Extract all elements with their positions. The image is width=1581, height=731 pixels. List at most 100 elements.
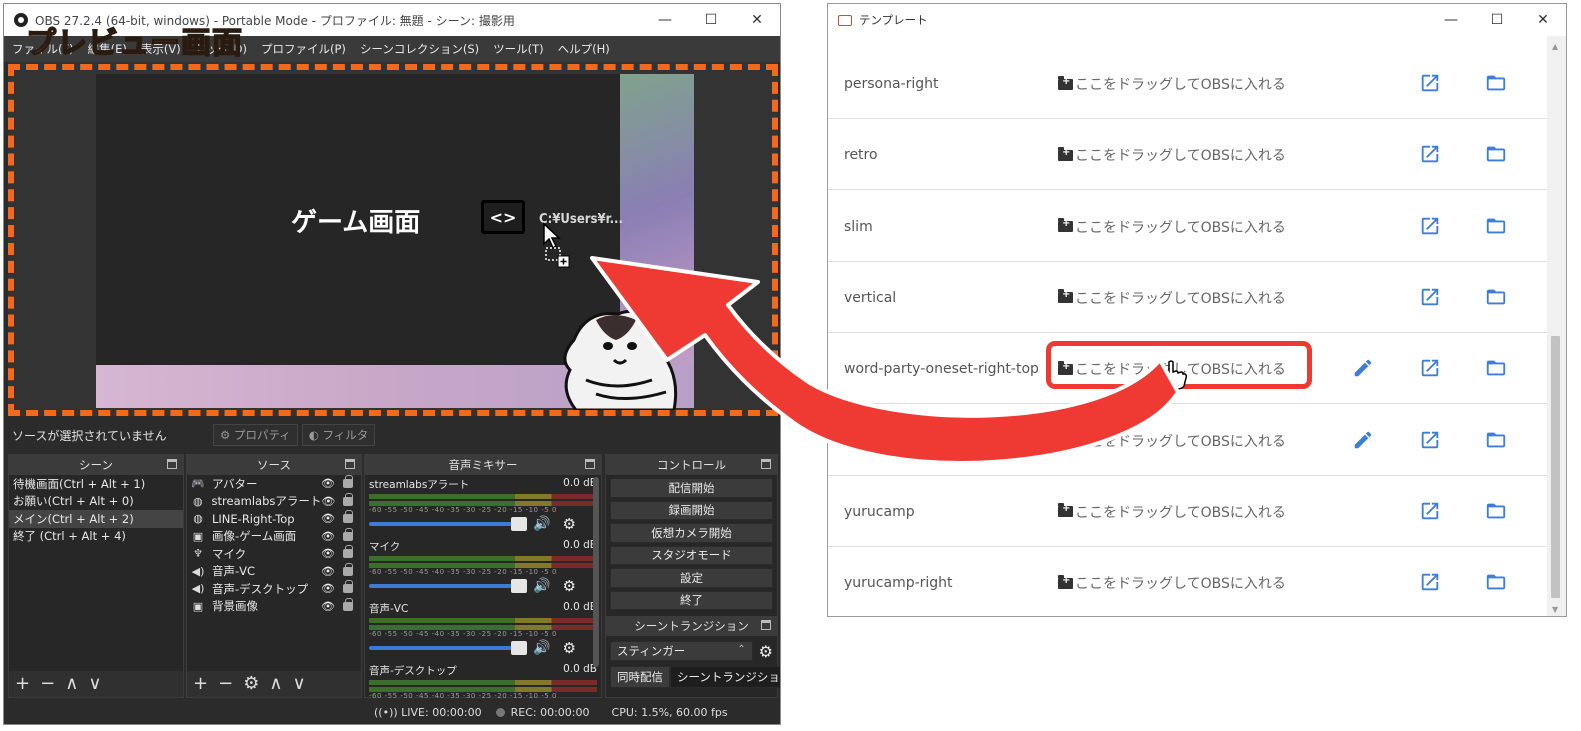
menu-scene-collection[interactable]: シーンコレクション(S): [360, 41, 479, 57]
preview-area[interactable]: ゲーム画面 <> C:¥Users¥r...: [8, 62, 778, 416]
open-external-icon[interactable]: [1419, 571, 1441, 593]
scroll-up-icon[interactable]: ▲: [1552, 42, 1558, 51]
folder-icon[interactable]: [1484, 286, 1508, 308]
move-up-icon[interactable]: ∧: [65, 675, 78, 693]
undock-icon[interactable]: [345, 459, 355, 469]
gear-icon[interactable]: ⚙: [562, 515, 575, 533]
drag-to-obs-handle[interactable]: ここをドラッグしてOBSに入れる: [1058, 573, 1286, 593]
template-scrollbar[interactable]: ▲ ▼: [1547, 36, 1566, 616]
remove-icon[interactable]: −: [40, 675, 55, 693]
edit-pencil-icon[interactable]: [1352, 357, 1374, 379]
folder-icon[interactable]: [1484, 500, 1508, 522]
volume-slider[interactable]: [369, 641, 527, 655]
close-button[interactable]: ✕: [734, 4, 780, 36]
source-item[interactable]: 🎮 アバター 👁: [187, 475, 361, 493]
open-external-icon[interactable]: [1419, 143, 1441, 165]
add-icon[interactable]: +: [193, 675, 208, 693]
lock-icon[interactable]: [343, 510, 353, 524]
close-button[interactable]: ✕: [1520, 4, 1566, 36]
filters-button[interactable]: ◐ フィルタ: [301, 424, 376, 446]
speaker-icon[interactable]: 🔊: [533, 640, 550, 656]
open-external-icon[interactable]: [1419, 357, 1441, 379]
open-external-icon[interactable]: [1419, 72, 1441, 94]
eye-icon[interactable]: 👁: [321, 565, 335, 578]
lock-icon[interactable]: [343, 580, 353, 594]
folder-icon[interactable]: [1484, 215, 1508, 237]
move-up-icon[interactable]: ∧: [269, 675, 282, 693]
slider-knob[interactable]: [511, 641, 527, 655]
open-external-icon[interactable]: [1419, 500, 1441, 522]
move-down-icon[interactable]: ∨: [293, 675, 306, 693]
open-external-icon[interactable]: [1419, 429, 1441, 451]
eye-icon[interactable]: 👁: [321, 600, 335, 613]
folder-icon[interactable]: [1484, 357, 1508, 379]
slider-knob[interactable]: [511, 579, 527, 593]
move-down-icon[interactable]: ∨: [88, 675, 101, 693]
lock-icon[interactable]: [343, 597, 353, 611]
source-item[interactable]: ♆ マイク 👁: [187, 545, 361, 563]
speaker-icon[interactable]: 🔊: [533, 516, 550, 532]
slider-knob[interactable]: [511, 517, 527, 531]
open-external-icon[interactable]: [1419, 286, 1441, 308]
maximize-button[interactable]: ☐: [1474, 4, 1520, 36]
undock-icon[interactable]: [761, 620, 771, 630]
gear-icon[interactable]: ⚙: [759, 642, 773, 661]
remove-icon[interactable]: −: [218, 675, 233, 693]
start-recording-button[interactable]: 録画開始: [610, 500, 773, 520]
tab-scene-transitions[interactable]: シーントランジション: [670, 666, 780, 688]
undock-icon[interactable]: [761, 459, 771, 469]
source-item[interactable]: ◍ LINE-Right-Top 👁: [187, 510, 361, 528]
source-item[interactable]: ▣ 画像-ゲーム画面 👁: [187, 527, 361, 546]
properties-button[interactable]: ⚙ プロパティ: [213, 424, 298, 446]
folder-icon[interactable]: [1484, 143, 1508, 165]
eye-icon[interactable]: 👁: [321, 512, 335, 525]
menu-help[interactable]: ヘルプ(H): [558, 41, 610, 57]
drag-to-obs-handle[interactable]: ここをドラッグしてOBSに入れる: [1058, 288, 1286, 308]
mixer-scrollbar[interactable]: [593, 477, 599, 667]
maximize-button[interactable]: ☐: [688, 4, 734, 36]
exit-button[interactable]: 終了: [610, 590, 773, 610]
studio-mode-button[interactable]: スタジオモード: [610, 545, 773, 565]
open-external-icon[interactable]: [1419, 215, 1441, 237]
lock-icon[interactable]: [343, 475, 353, 489]
edit-pencil-icon[interactable]: [1352, 429, 1374, 451]
lock-icon[interactable]: [343, 545, 353, 559]
folder-icon[interactable]: [1484, 72, 1508, 94]
source-item[interactable]: ◀) 音声-VC 👁: [187, 562, 361, 581]
folder-icon[interactable]: [1484, 429, 1508, 451]
eye-icon[interactable]: 👁: [321, 530, 335, 543]
undock-icon[interactable]: [167, 459, 177, 469]
gear-icon[interactable]: ⚙: [562, 639, 575, 657]
drag-to-obs-handle[interactable]: ここをドラッグしてOBSに入れる: [1058, 502, 1286, 522]
lock-icon[interactable]: [343, 527, 353, 541]
eye-icon[interactable]: 👁: [321, 477, 335, 490]
scene-item[interactable]: お願い(Ctrl + Alt + 0): [9, 493, 183, 511]
start-streaming-button[interactable]: 配信開始: [610, 478, 773, 498]
eye-icon[interactable]: 👁: [321, 582, 335, 595]
eye-icon[interactable]: 👁: [321, 547, 335, 560]
lock-icon[interactable]: [343, 492, 353, 506]
scene-item[interactable]: 終了 (Ctrl + Alt + 4): [9, 528, 183, 546]
drag-to-obs-handle[interactable]: ここをドラッグしてOBSに入れる: [1058, 431, 1286, 451]
scroll-thumb[interactable]: [1551, 336, 1560, 598]
tab-simulcast[interactable]: 同時配信: [610, 666, 670, 688]
minimize-button[interactable]: —: [1428, 4, 1474, 36]
drag-to-obs-handle[interactable]: ここをドラッグしてOBSに入れる: [1058, 74, 1286, 94]
undock-icon[interactable]: [585, 459, 595, 469]
volume-slider[interactable]: [369, 579, 527, 593]
minimize-button[interactable]: —: [642, 4, 688, 36]
source-item[interactable]: ◀) 音声-デスクトップ 👁: [187, 580, 361, 598]
drag-to-obs-handle[interactable]: ここをドラッグしてOBSに入れる: [1058, 217, 1286, 237]
menu-tools[interactable]: ツール(T): [493, 41, 544, 57]
eye-icon[interactable]: 👁: [321, 495, 335, 508]
gear-icon[interactable]: ⚙: [243, 675, 259, 693]
speaker-icon[interactable]: 🔊: [533, 578, 550, 594]
scene-item-selected[interactable]: メイン(Ctrl + Alt + 2): [9, 510, 183, 528]
source-item[interactable]: ▣ 背景画像 👁: [187, 597, 361, 616]
scene-item[interactable]: 待機画面(Ctrl + Alt + 1): [9, 475, 183, 493]
folder-icon[interactable]: [1484, 571, 1508, 593]
scroll-down-icon[interactable]: ▼: [1552, 605, 1558, 614]
menu-profile[interactable]: プロファイル(P): [261, 41, 346, 57]
transition-select[interactable]: スティンガー: [610, 641, 753, 661]
start-virtual-camera-button[interactable]: 仮想カメラ開始: [610, 523, 773, 543]
